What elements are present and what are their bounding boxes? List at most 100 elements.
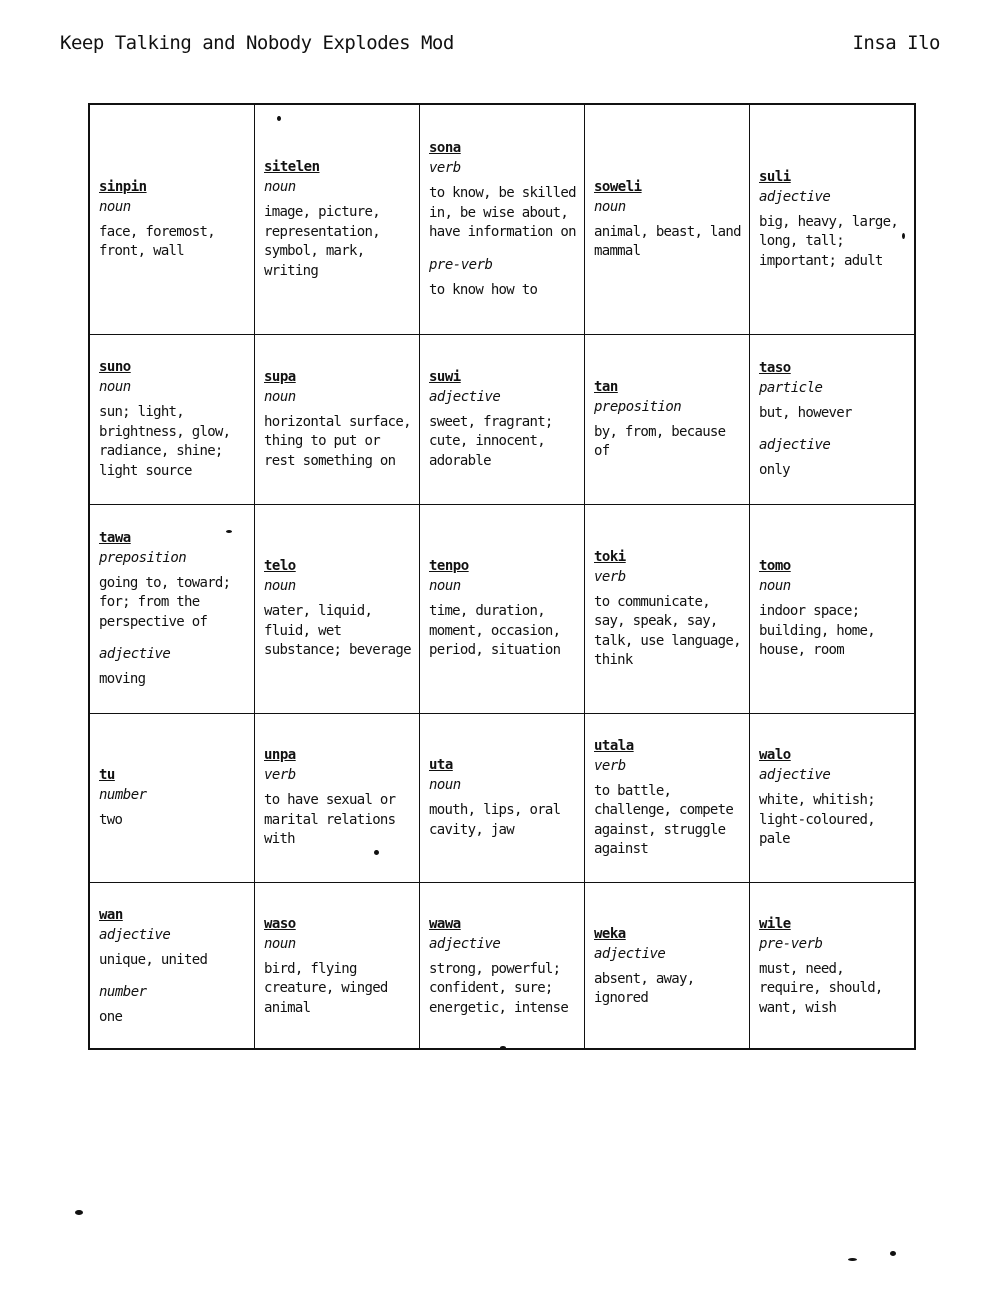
page-header: Keep Talking and Nobody Explodes Mod Ins…	[60, 28, 940, 58]
word-sense: number two	[99, 785, 248, 831]
part-of-speech: verb	[264, 767, 296, 784]
print-speck	[277, 116, 281, 121]
definition: to have sexual or marital relations with	[264, 792, 396, 848]
word-cell: soweli noun animal, beast, land mammal	[585, 105, 750, 335]
word-cell: sinpin noun face, foremost, front, wall	[90, 105, 255, 335]
word-cell: telo noun water, liquid, fluid, wet substa…	[255, 505, 420, 714]
word-cell: tan preposition by, from, because of	[585, 335, 750, 505]
word-term: sona	[429, 140, 461, 156]
word-sense: pre-verb to know how to	[429, 255, 578, 301]
word-term: toki	[594, 548, 626, 565]
part-of-speech: noun	[594, 198, 626, 215]
part-of-speech: noun	[99, 379, 131, 395]
word-term: suwi	[429, 368, 461, 385]
part-of-speech: adjective	[99, 926, 171, 943]
word-sense: noun indoor space; building, home, house,…	[759, 576, 910, 661]
definition: to communicate, say, speak, say, talk, u…	[594, 593, 742, 669]
definition: sun; light, brightness, glow, radiance, …	[99, 404, 231, 479]
word-cell: sitelen noun image, picture, representatio…	[255, 105, 420, 335]
word-term: tomo	[759, 558, 791, 575]
word-term: wawa	[429, 915, 461, 932]
word-sense: preposition by, from, because of	[594, 397, 743, 462]
part-of-speech: noun	[429, 777, 461, 793]
definition: face, foremost, front, wall	[99, 223, 216, 260]
definition: big, heavy, large, long, tall; important…	[759, 213, 899, 269]
definition: going to, toward; for; from the perspect…	[99, 574, 231, 630]
word-cell: suno noun sun; light, brightness, glow, ra…	[90, 335, 255, 505]
definition: but, however	[759, 404, 852, 421]
word-term: tan	[594, 378, 618, 395]
word-sense: preposition going to, toward; for; from t…	[99, 548, 248, 633]
definition: must, need, require, should, want, wish	[759, 960, 883, 1016]
word-cell: tenpo noun time, duration, moment, occasio…	[420, 505, 585, 714]
part-of-speech: verb	[594, 757, 626, 774]
definition: water, liquid, fluid, wet substance; bev…	[264, 603, 412, 659]
part-of-speech: adjective	[759, 767, 831, 784]
definition: unique, united	[99, 951, 208, 968]
part-of-speech: verb	[594, 568, 626, 585]
word-term: soweli	[594, 178, 642, 195]
word-sense: particle but, however	[759, 378, 910, 424]
word-cell: waso noun bird, flying creature, winged an…	[255, 883, 420, 1050]
word-cell: wile pre-verb must, need, require, should,…	[750, 883, 916, 1050]
word-cell: tawa preposition going to, toward; for; fr…	[90, 505, 255, 714]
definition: absent, away, ignored	[594, 970, 695, 1007]
word-cell: supa noun horizontal surface, thing to put…	[255, 335, 420, 505]
word-term: sitelen	[264, 159, 320, 175]
print-speck	[890, 1251, 896, 1256]
word-term: unpa	[264, 747, 296, 764]
word-term: tenpo	[429, 558, 469, 575]
word-sense: noun water, liquid, fluid, wet substance;…	[264, 576, 413, 661]
word-term: tu	[99, 766, 115, 783]
word-term: utala	[594, 737, 634, 754]
word-cell: toki verb to communicate, say, speak, say,…	[585, 505, 750, 714]
definition: animal, beast, land mammal	[594, 223, 742, 260]
word-sense: pre-verb must, need, require, should, wan…	[759, 934, 910, 1019]
module-name: Insa Ilo	[852, 32, 940, 54]
definition: indoor space; building, home, house, roo…	[759, 603, 876, 659]
word-term: wan	[99, 906, 123, 923]
word-cell: walo adjective white, whitish; light-colou…	[750, 714, 916, 883]
part-of-speech: adjective	[759, 188, 831, 205]
word-sense: adjective only	[759, 435, 910, 481]
part-of-speech: noun	[264, 935, 296, 952]
word-cell: uta noun mouth, lips, oral cavity, jaw	[420, 714, 585, 883]
definition: horizontal surface, thing to put or rest…	[264, 413, 412, 469]
part-of-speech: noun	[429, 578, 461, 595]
word-sense: verb to battle, challenge, compete agains…	[594, 756, 743, 860]
word-sense: noun face, foremost, front, wall	[99, 197, 248, 262]
definition: moving	[99, 671, 146, 687]
word-term: sinpin	[99, 178, 147, 195]
definition: strong, powerful; confident, sure; energ…	[429, 960, 569, 1016]
definition: image, picture, representation, symbol, …	[264, 204, 381, 279]
word-cell: tu number two	[90, 714, 255, 883]
word-term: wile	[759, 915, 791, 932]
part-of-speech: preposition	[99, 549, 187, 566]
part-of-speech: adjective	[429, 935, 501, 952]
part-of-speech: number	[99, 786, 147, 803]
word-cell: weka adjective absent, away, ignored	[585, 883, 750, 1050]
word-sense: number one	[99, 982, 248, 1028]
definition: to know how to	[429, 281, 538, 298]
word-sense: verb to have sexual or marital relations …	[264, 765, 413, 850]
word-cell: suli adjective big, heavy, large, long, ta…	[750, 105, 916, 335]
part-of-speech: pre-verb	[429, 256, 493, 273]
word-sense: noun animal, beast, land mammal	[594, 197, 743, 262]
part-of-speech: verb	[429, 160, 461, 176]
definition: two	[99, 811, 123, 828]
part-of-speech: pre-verb	[759, 935, 823, 952]
word-sense: verb to communicate, say, speak, say, tal…	[594, 567, 743, 671]
word-sense: adjective strong, powerful; confident, su…	[429, 934, 578, 1019]
part-of-speech: noun	[99, 198, 131, 215]
print-speck	[848, 1258, 857, 1261]
word-sense: adjective sweet, fragrant; cute, innocent…	[429, 387, 578, 472]
word-sense: noun mouth, lips, oral cavity, jaw	[429, 775, 578, 840]
word-term: telo	[264, 558, 296, 575]
word-sense: noun image, picture, representation, symb…	[264, 177, 413, 281]
part-of-speech: noun	[264, 578, 296, 595]
word-term: waso	[264, 915, 296, 932]
page-title: Keep Talking and Nobody Explodes Mod	[60, 32, 454, 54]
word-sense: verb to know, be skilled in, be wise abou…	[429, 158, 578, 243]
word-cell: sona verb to know, be skilled in, be wise …	[420, 105, 585, 335]
print-speck	[226, 530, 232, 533]
